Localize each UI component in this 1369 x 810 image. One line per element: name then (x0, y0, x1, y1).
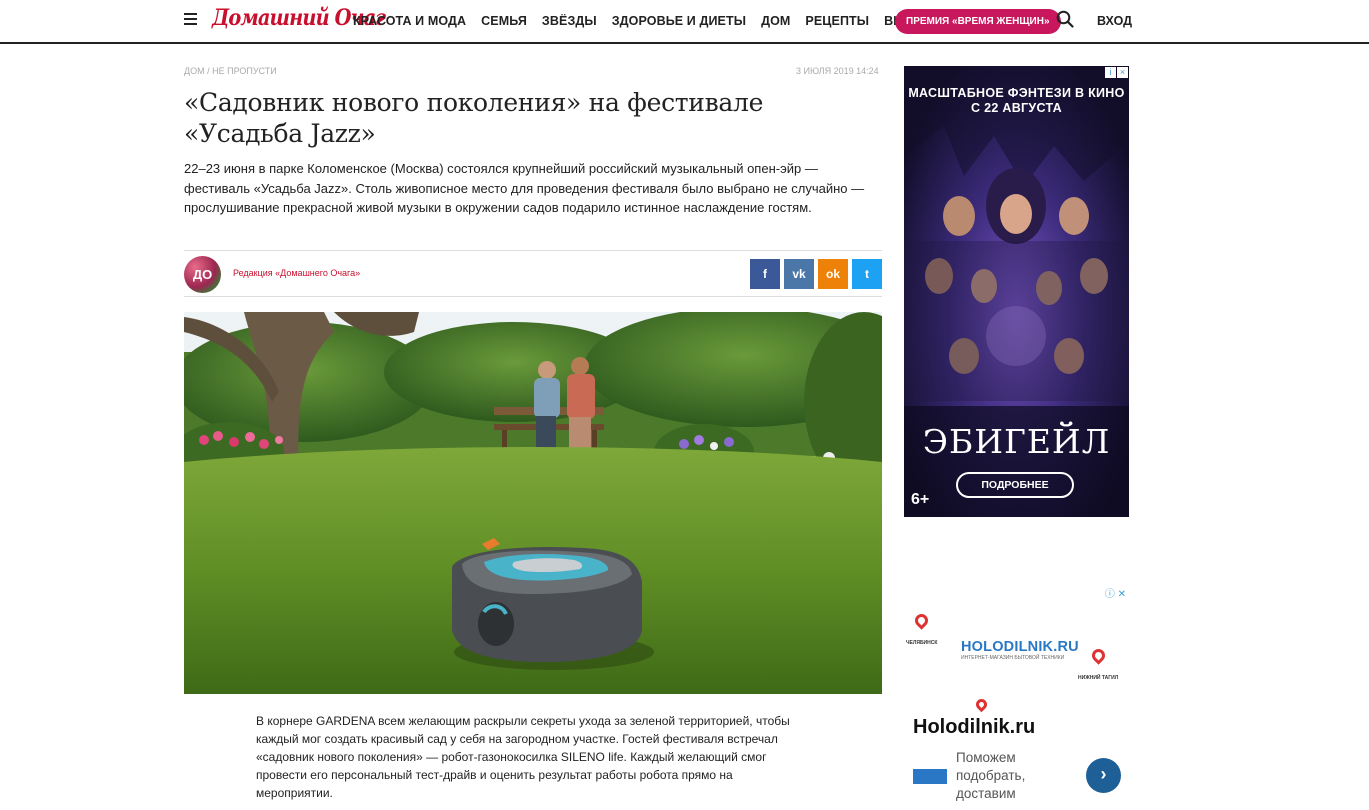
ad-brand-name: Holodilnik.ru (913, 716, 1036, 738)
map-pin-icon (912, 611, 931, 630)
nav-item-family[interactable]: СЕМЬЯ (481, 14, 527, 28)
ad-thumbnail (913, 769, 947, 784)
ad-banner-holodilnik[interactable]: ⓘ ✕ ЧЕЛЯБИНСК HOLODILNIK.RU ИНТЕРНЕТ-МАГ… (904, 582, 1129, 810)
holodilnik-logo: HOLODILNIK.RU (961, 639, 1079, 655)
map-pin-icon (1089, 646, 1108, 665)
city-label: НИЖНИЙ ТАГИЛ (1078, 675, 1119, 681)
nav-item-health[interactable]: ЗДОРОВЬЕ И ДИЕТЫ (612, 14, 746, 28)
site-header: Домашний Очаг КРАСОТА И МОДА СЕМЬЯ ЗВЁЗД… (0, 0, 1369, 44)
twitter-share-button[interactable]: t (852, 259, 882, 289)
ad-banner-movie[interactable]: i × МАСШТАБНОЕ ФЭНТЕЗИ В КИНО С 22 АВГУС… (904, 66, 1129, 517)
menu-icon[interactable] (184, 13, 197, 25)
article-lead: 22–23 июня в парке Коломенское (Москва) … (184, 161, 865, 215)
premia-button[interactable]: ПРЕМИЯ «ВРЕМЯ ЖЕНЩИН» (895, 9, 1061, 34)
nav-item-stars[interactable]: ЗВЁЗДЫ (542, 14, 597, 28)
ad-choices: i × (1105, 67, 1128, 78)
article-body: В корнере GARDENA всем желающим раскрыли… (256, 714, 790, 800)
ad-description: Поможем подобрать, доставим (956, 750, 1026, 801)
page-title: «Садовник нового поколения» на фестивале… (184, 88, 764, 148)
nav-item-home[interactable]: ДОМ (761, 14, 790, 28)
breadcrumb[interactable]: ДОМ / НЕ ПРОПУСТИ (184, 66, 277, 76)
avatar[interactable]: ДО (184, 256, 221, 293)
nav-item-beauty[interactable]: КРАСОТА И МОДА (353, 14, 466, 28)
share-buttons: f vk ok t (750, 259, 882, 289)
facebook-share-button[interactable]: f (750, 259, 780, 289)
holodilnik-tagline: ИНТЕРНЕТ-МАГАЗИН БЫТОВОЙ ТЕХНИКИ (961, 655, 1065, 661)
publish-date: 3 ИЮЛЯ 2019 14:24 (796, 66, 879, 76)
ad-choices-icon[interactable]: ⓘ ✕ (1105, 585, 1126, 600)
article-photo (184, 312, 882, 694)
ad-close-icon[interactable]: × (1117, 67, 1128, 78)
ad-more-button[interactable]: ПОДРОБНЕЕ (956, 472, 1074, 498)
vk-share-button[interactable]: vk (784, 259, 814, 289)
search-icon[interactable] (1056, 10, 1074, 28)
city-label: ЧЕЛЯБИНСК (906, 640, 938, 646)
author-bar: ДО Редакция «Домашнего Очага» f vk ok t (184, 250, 882, 297)
ad-movie-title: ЭБИГЕЙЛ (922, 422, 1111, 461)
age-rating: 6+ (911, 491, 930, 508)
login-link[interactable]: ВХОД (1097, 14, 1132, 28)
main-nav: КРАСОТА И МОДА СЕМЬЯ ЗВЁЗДЫ ЗДОРОВЬЕ И Д… (353, 14, 945, 28)
nav-item-recipes[interactable]: РЕЦЕПТЫ (805, 14, 869, 28)
ad-info-icon[interactable]: i (1105, 67, 1116, 78)
map-pin-icon (973, 696, 990, 713)
ok-share-button[interactable]: ok (818, 259, 848, 289)
chevron-right-icon[interactable]: › (1086, 758, 1121, 793)
author-link[interactable]: Редакция «Домашнего Очага» (233, 268, 360, 278)
ad-headline: МАСШТАБНОЕ ФЭНТЕЗИ В КИНО С 22 АВГУСТА (908, 86, 1125, 115)
